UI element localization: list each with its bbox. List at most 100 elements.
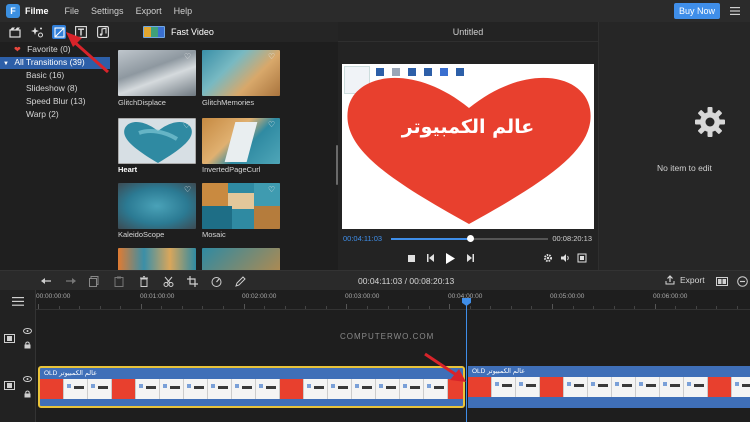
filmstrip-frame [208, 379, 232, 399]
lock-icon[interactable] [24, 390, 31, 398]
undo-button[interactable] [39, 274, 53, 288]
track-menu-icon[interactable] [12, 297, 24, 306]
transition-thumb-mosaic[interactable]: ♡ [202, 183, 280, 229]
step-forward-icon [467, 254, 474, 262]
favorite-heart-icon[interactable]: ♡ [268, 53, 277, 61]
frame-thumb-mark [639, 382, 643, 386]
app-window: F Filme File Settings Export Help Buy No… [0, 0, 750, 422]
transition-thumb[interactable] [118, 248, 196, 270]
effects-icon [31, 27, 43, 38]
eye-icon[interactable] [23, 328, 32, 334]
transition-thumb-heart[interactable]: ♡ [118, 118, 196, 164]
split-button[interactable] [161, 274, 175, 288]
preview-panel: Untitled عالم الكمبيوتر 00:04:11:03 00:0… [338, 22, 598, 270]
crop-button[interactable] [185, 274, 199, 288]
ruler-minor-tick [79, 306, 81, 309]
heart-icon: ❤ [14, 45, 21, 54]
menu-help[interactable]: Help [174, 6, 193, 16]
tree-item-slideshow[interactable]: Slideshow (8) [26, 83, 78, 95]
transition-thumb-glitchdisplace[interactable]: ♡ [118, 50, 196, 96]
progress-slider[interactable] [391, 235, 548, 242]
hamburger-menu-icon[interactable] [729, 5, 741, 17]
tree-item-warp[interactable]: Warp (2) [26, 109, 59, 121]
timeline-layout-button[interactable] [715, 274, 729, 288]
progress-handle[interactable] [466, 235, 474, 242]
filmstrip-frame [136, 379, 160, 399]
effects-tab[interactable] [30, 25, 44, 39]
favorite-heart-icon[interactable]: ♡ [268, 186, 277, 194]
frame-thumb-mark [67, 384, 71, 388]
crop-icon [186, 275, 198, 287]
transition-thumb-kaleidoscope[interactable]: ♡ [118, 183, 196, 229]
frame-thumb-mark [218, 386, 228, 389]
stop-button[interactable] [405, 252, 417, 264]
playback-controls [398, 252, 598, 266]
frame-thumb-mark [502, 384, 512, 387]
transition-thumb[interactable] [202, 248, 280, 270]
filmstrip-frame [732, 377, 750, 397]
frame-thumb-mark [331, 384, 335, 388]
buy-now-button[interactable]: Buy Now [674, 3, 720, 19]
favorite-heart-icon[interactable]: ♡ [183, 122, 192, 130]
frame-thumb-mark [526, 384, 536, 387]
transition-thumb-glitchmemories[interactable]: ♡ [202, 50, 280, 96]
paste-button[interactable] [112, 274, 126, 288]
favorite-heart-icon[interactable]: ♡ [184, 53, 193, 61]
tree-item-speed-blur[interactable]: Speed Blur (13) [26, 96, 86, 108]
zoom-out-button[interactable] [735, 274, 749, 288]
eye-icon[interactable] [23, 376, 32, 382]
fast-video-button[interactable]: Fast Video [143, 26, 214, 38]
volume-button[interactable] [559, 252, 571, 264]
media-tab[interactable] [8, 25, 22, 39]
layout-icon [716, 276, 728, 286]
transition-label: GlitchMemories [202, 98, 255, 107]
fullscreen-button[interactable] [576, 252, 588, 264]
preview-caption: عالم الكمبيوتر [401, 116, 535, 138]
favorite-heart-icon[interactable]: ♡ [184, 186, 193, 194]
copy-button[interactable] [87, 274, 101, 288]
edit-button[interactable] [233, 274, 247, 288]
ruler-major-tick [449, 304, 451, 309]
filmstrip-frame [280, 379, 304, 399]
filmstrip-frame [376, 379, 400, 399]
speed-button[interactable] [209, 274, 223, 288]
frame-thumb-mark [235, 384, 239, 388]
tree-item-basic[interactable]: Basic (16) [26, 70, 64, 82]
frame-thumb-mark [211, 384, 215, 388]
delete-button[interactable] [137, 274, 151, 288]
play-button[interactable] [444, 252, 456, 264]
filmstrip-frame [516, 377, 540, 397]
ruler-label: 00:00:00:00 [36, 293, 71, 300]
menu-file[interactable]: File [65, 6, 80, 16]
clip-title: OLD عالم الكمبيوتر [44, 370, 97, 377]
settings-button[interactable] [542, 252, 554, 264]
media-icon [9, 27, 21, 38]
ruler-minor-tick [408, 306, 410, 309]
previous-frame-button[interactable] [425, 252, 437, 264]
redo-button[interactable] [63, 274, 77, 288]
next-frame-button[interactable] [464, 252, 476, 264]
lock-icon[interactable] [24, 341, 31, 349]
filmstrip-frame [88, 379, 112, 399]
watermark-text: COMPUTERWO.COM [340, 332, 435, 341]
timeline-ruler[interactable]: 00:00:00:00 00:01:00:00 00:02:00:00 00:0… [36, 290, 750, 310]
transition-thumb-invertedpagecurl[interactable]: ♡ [202, 118, 280, 164]
ruler-major-tick [140, 304, 142, 309]
video-clip-1[interactable]: OLD عالم الكمبيوتر [38, 366, 465, 408]
ruler-minor-tick [264, 306, 266, 309]
ruler-label: 00:03:00:00 [345, 293, 380, 300]
ruler-label: 00:01:00:00 [140, 293, 175, 300]
favorite-heart-icon[interactable]: ♡ [268, 121, 277, 129]
menu-settings[interactable]: Settings [91, 6, 124, 16]
video-clip-2[interactable]: OLD عالم الكمبيوتر [468, 366, 750, 408]
export-button[interactable]: Export [665, 275, 705, 285]
ruler-minor-tick [531, 306, 533, 309]
frame-thumb-mark [338, 386, 348, 389]
frame-thumb-mark [567, 382, 571, 386]
track-headers [0, 290, 36, 422]
app-name: Filme [25, 6, 49, 16]
ruler-label: 00:02:00:00 [242, 293, 277, 300]
ruler-minor-tick [58, 306, 60, 309]
frame-thumb-mark [163, 384, 167, 388]
menu-export[interactable]: Export [136, 6, 162, 16]
